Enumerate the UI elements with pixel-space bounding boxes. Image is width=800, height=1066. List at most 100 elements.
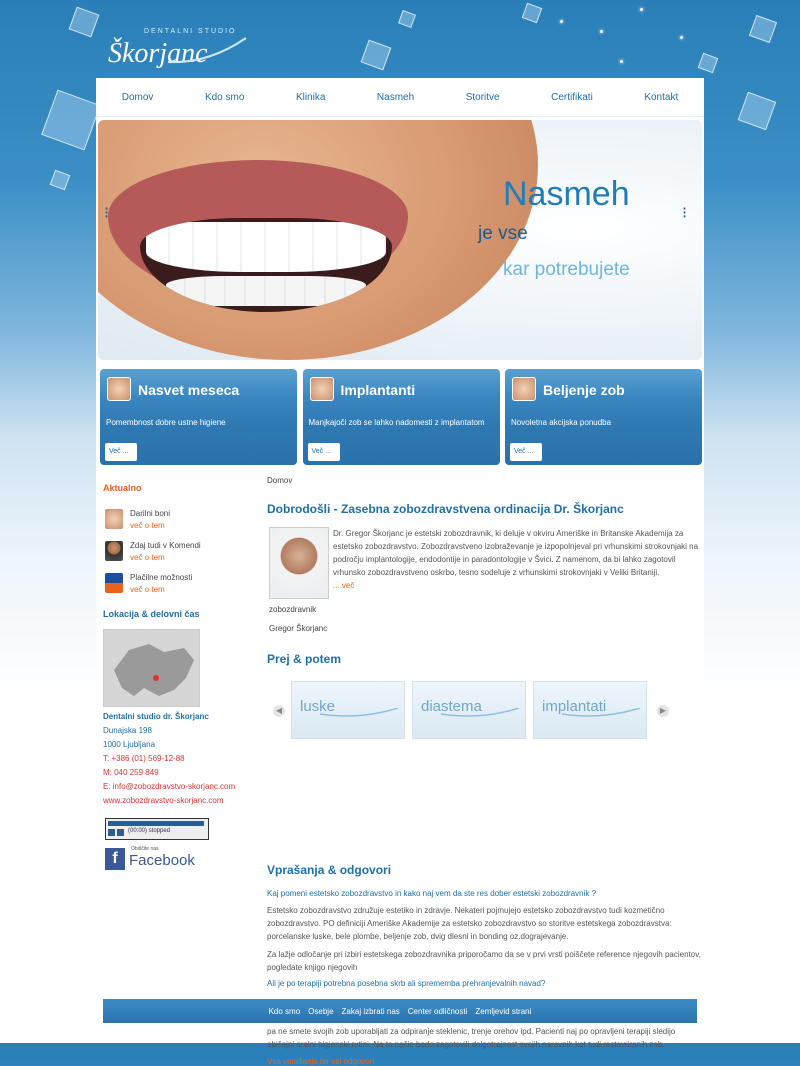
faq-question[interactable]: Kaj pomeni estetsko zobozdravstvo in kak… [267,889,596,898]
facebook-label: Facebook [129,852,195,869]
audio-progress-bar[interactable] [108,821,204,826]
aktualno-heading: Aktualno [103,483,142,493]
crystal-decoration [49,169,71,191]
feature-box-title: Nasvet meseca [138,382,240,398]
faq-answer: Za lažje odločanje pri izbiri estetskega… [267,950,701,972]
footer-link-sitemap[interactable]: Zemljevid strani [475,1007,531,1016]
feature-boxes: Nasvet meseca Pomembnost dobre ustne hig… [100,369,702,467]
nav-item-kontakt[interactable]: Kontakt [644,92,678,103]
news-title: Plačilne možnosti [130,573,193,582]
sparkle-decoration [620,60,623,63]
address-city: 1000 Ljubljana [103,740,156,749]
nav-item-kdo-smo[interactable]: Kdo smo [205,92,244,103]
feature-box-implantanti: Implantanti Manjkajoči zob se lahko nado… [302,369,500,465]
feature-box-title: Implantanti [340,382,416,398]
news-title: Darilni boni [130,509,171,518]
more-button[interactable]: Več ... [105,443,137,461]
phone: T: +386 (01) 569-12-88 [103,754,185,763]
hero-subtitle: je vse [478,223,528,244]
sparkle-decoration [680,36,683,39]
doctor-name: Gregor Škorjanc [269,624,328,633]
nav-item-certifikati[interactable]: Certifikati [551,92,593,103]
sparkle-decoration [600,30,603,33]
hero-smile-image [98,120,538,360]
footer-link-osebje[interactable]: Osebje [308,1007,333,1016]
crystal-decoration [521,2,543,24]
news-more-link[interactable]: več o tem [130,585,165,594]
news-more-link[interactable]: več o tem [130,553,165,562]
credit-card-icon [105,573,123,593]
address-street: Dunajska 198 [103,726,152,735]
news-thumbnail [105,541,123,561]
news-more-link[interactable]: več o tem [130,521,165,530]
hero-prev-arrow-icon[interactable]: ⁝ [104,206,109,222]
crystal-decoration [697,52,719,74]
feature-box-description: Pomembnost dobre ustne higiene [106,418,226,427]
hero-title: Nasmeh [503,175,630,213]
crystal-decoration [360,39,392,71]
nav-item-domov[interactable]: Domov [122,92,154,103]
footer-link-center[interactable]: Center odličnosti [408,1007,468,1016]
sidebar: Aktualno Darilni boni več o tem Zdaj tud… [103,483,253,870]
more-button[interactable]: Več ... [510,443,542,461]
stop-icon[interactable] [117,829,124,836]
more-button[interactable]: Več ... [307,443,340,461]
hero-next-arrow-icon[interactable]: ⁝ [682,206,687,222]
intro-more-link[interactable]: ... več [333,581,354,590]
website-link[interactable]: www.zobozdravstvo-skorjanc.com [103,796,223,805]
logo-swoosh-icon [168,37,247,64]
doctor-photo [269,527,329,599]
nav-item-nasmeh[interactable]: Nasmeh [377,92,414,103]
feature-box-title: Beljenje zob [543,382,625,398]
doctor-role: zobozdravnik [269,605,317,614]
play-icon[interactable] [108,829,115,836]
sparkle-decoration [640,8,643,11]
news-title: Zdaj tudi v Komendi [130,541,201,550]
slide-item[interactable]: implantati [533,681,647,739]
location-heading: Lokacija & delovni čas [103,609,200,619]
news-item: Plačilne možnosti več o tem [103,571,253,599]
all-questions-link[interactable]: Vsa vprašanja ter vsi odgovori [267,1057,374,1066]
faq-question[interactable]: Ali je po terapiji potrebna posebna skrb… [267,979,545,988]
breadcrumb[interactable]: Domov [267,476,292,485]
europe-map-icon [114,644,194,696]
news-item: Darilni boni več o tem [103,507,253,535]
feature-box-description: Manjkajoči zob se lahko nadomesti z impl… [308,418,485,427]
audio-player[interactable]: (00:00) stopped [105,818,209,840]
intro-text: Dr. Gregor Škorjanc je estetski zobozdra… [333,527,703,592]
news-item: Zdaj tudi v Komendi več o tem [103,539,253,567]
sparkle-decoration [560,20,563,23]
page-title: Dobrodošli - Zasebna zobozdravstvena ord… [267,502,624,516]
before-after-slider: ◀ luske diastema implantati ▶ [267,681,677,741]
crystal-decoration [748,14,778,44]
footer-link-kdo-smo[interactable]: Kdo smo [269,1007,301,1016]
faq-answer: Estetsko zobozdravstvo združuje estetiko… [267,906,672,941]
slider-prev-arrow-icon[interactable]: ◀ [273,705,285,717]
slide-item[interactable]: diastema [412,681,526,739]
audio-status: (00:00) stopped [128,828,171,834]
facebook-icon: f [105,848,125,870]
news-thumbnail [105,509,123,529]
footer-link-zakaj[interactable]: Zakaj izbrati nas [342,1007,400,1016]
footer-nav: Kdo smo Osebje Zakaj izbrati nas Center … [103,999,697,1023]
before-after-heading: Prej & potem [267,652,342,666]
intro-paragraph: Dr. Gregor Škorjanc je estetski zobozdra… [333,529,699,577]
hero-banner: Nasmeh je vse kar potrebujete ⁝ ⁝ [98,120,702,360]
main-nav: Domov Kdo smo Klinika Nasmeh Storitve Ce… [96,78,704,117]
nav-item-storitve[interactable]: Storitve [466,92,500,103]
feature-box-nasvet: Nasvet meseca Pomembnost dobre ustne hig… [100,369,297,465]
hero-subtitle-2: kar potrebujete [503,259,630,280]
smile-icon [309,377,334,401]
crystal-decoration [737,91,777,131]
teeth-icon [512,377,536,401]
logo-tagline: DENTALNI STUDIO [144,28,237,35]
email-link[interactable]: E: info@zobozdravstvo-skorjanc.com [103,782,235,791]
slider-next-arrow-icon[interactable]: ▶ [657,705,669,717]
feature-box-beljenje: Beljenje zob Novoletna akcijska ponudba … [505,369,702,465]
slide-item[interactable]: luske [291,681,405,739]
page-container: Domov Kdo smo Klinika Nasmeh Storitve Ce… [96,78,704,1066]
crystal-decoration [68,6,100,38]
mobile: M: 040 259 849 [103,768,159,777]
nav-item-klinika[interactable]: Klinika [296,92,325,103]
location-map[interactable] [103,629,200,707]
